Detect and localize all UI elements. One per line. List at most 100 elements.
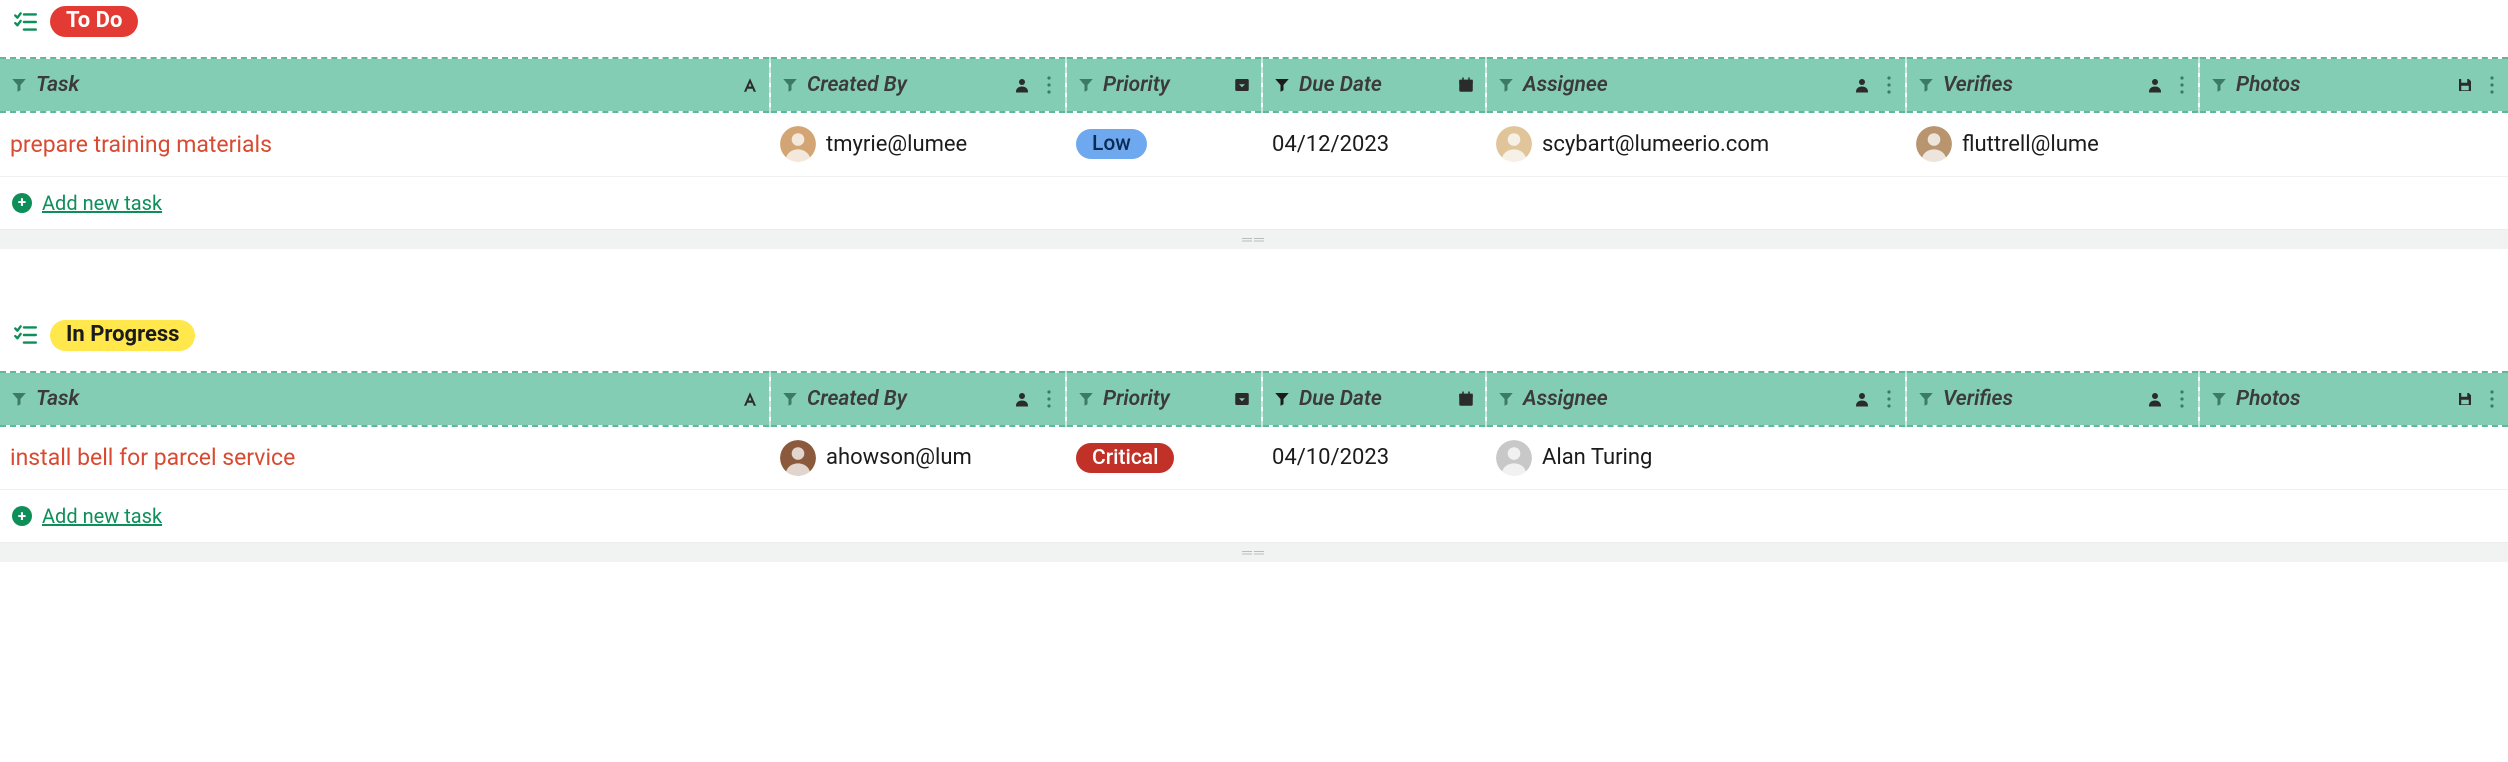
due-date-text: 04/10/2023 xyxy=(1272,445,1389,470)
section-resize-handle[interactable]: ══ xyxy=(0,229,2508,249)
col-menu-icon[interactable] xyxy=(1043,73,1055,97)
col-label: Priority xyxy=(1103,73,1170,97)
task-name: prepare training materials xyxy=(10,131,272,158)
avatar xyxy=(1916,126,1952,162)
cell-verifies[interactable]: fluttrell@lume xyxy=(1906,112,2199,176)
col-header-photos[interactable]: Photos xyxy=(2199,58,2508,112)
date-type-icon xyxy=(1457,390,1475,408)
col-label: Task xyxy=(36,73,79,97)
cell-verifies[interactable] xyxy=(1906,426,2199,490)
cell-due-date[interactable]: 04/10/2023 xyxy=(1262,426,1486,490)
tasks-table: Task Created By Priority Due Date xyxy=(0,371,2508,491)
col-header-verifies[interactable]: Verifies xyxy=(1906,58,2199,112)
col-header-due-date[interactable]: Due Date xyxy=(1262,372,1486,426)
filter-icon[interactable] xyxy=(1917,390,1935,408)
add-task-link[interactable]: Add new task xyxy=(42,191,162,215)
col-header-created-by[interactable]: Created By xyxy=(770,372,1066,426)
cell-task[interactable]: install bell for parcel service xyxy=(0,426,770,490)
cell-photos[interactable] xyxy=(2199,426,2508,490)
filter-icon[interactable] xyxy=(1077,76,1095,94)
priority-badge: Low xyxy=(1076,129,1147,159)
tasks-table: Task Created By Priority Due Date xyxy=(0,57,2508,177)
cell-assignee[interactable]: scybart@lumeerio.com xyxy=(1486,112,1906,176)
grip-icon: ══ xyxy=(1242,544,1266,561)
add-task-row[interactable]: + Add new task xyxy=(0,177,2508,229)
avatar xyxy=(1496,440,1532,476)
filter-icon[interactable] xyxy=(781,76,799,94)
priority-badge: Critical xyxy=(1076,443,1174,473)
col-header-priority[interactable]: Priority xyxy=(1066,372,1262,426)
cell-priority[interactable]: Critical xyxy=(1066,426,1262,490)
col-header-verifies[interactable]: Verifies xyxy=(1906,372,2199,426)
created-by-text: ahowson@lum xyxy=(826,445,972,470)
section-resize-handle[interactable]: ══ xyxy=(0,542,2508,562)
col-label: Photos xyxy=(2236,387,2301,411)
col-label: Due Date xyxy=(1299,387,1382,411)
col-menu-icon[interactable] xyxy=(1883,73,1895,97)
verifies-text: fluttrell@lume xyxy=(1962,132,2099,157)
filter-icon[interactable] xyxy=(2210,76,2228,94)
text-type-icon xyxy=(741,76,759,94)
task-name: install bell for parcel service xyxy=(10,444,295,471)
status-pill[interactable]: To Do xyxy=(50,6,138,37)
filter-icon[interactable] xyxy=(2210,390,2228,408)
avatar xyxy=(1496,126,1532,162)
col-menu-icon[interactable] xyxy=(2176,73,2188,97)
user-type-icon xyxy=(2146,76,2164,94)
user-type-icon xyxy=(1013,76,1031,94)
status-pill[interactable]: In Progress xyxy=(50,320,195,351)
file-type-icon xyxy=(2456,76,2474,94)
section-inprogress: In Progress Task Created By Priority xyxy=(0,314,2508,563)
col-label: Photos xyxy=(2236,73,2301,97)
col-header-assignee[interactable]: Assignee xyxy=(1486,372,1906,426)
cell-due-date[interactable]: 04/12/2023 xyxy=(1262,112,1486,176)
col-menu-icon[interactable] xyxy=(1043,387,1055,411)
user-type-icon xyxy=(1853,390,1871,408)
task-row[interactable]: prepare training materials tmyrie@lumee … xyxy=(0,112,2508,176)
select-type-icon xyxy=(1233,390,1251,408)
grip-icon: ══ xyxy=(1242,231,1266,248)
col-header-assignee[interactable]: Assignee xyxy=(1486,58,1906,112)
cell-photos[interactable] xyxy=(2199,112,2508,176)
filter-icon[interactable] xyxy=(1917,76,1935,94)
plus-icon[interactable]: + xyxy=(12,506,32,526)
checklist-icon[interactable] xyxy=(12,322,38,348)
col-menu-icon[interactable] xyxy=(2176,387,2188,411)
section-header: In Progress xyxy=(0,314,2508,371)
plus-icon[interactable]: + xyxy=(12,193,32,213)
filter-icon[interactable] xyxy=(10,76,28,94)
filter-icon[interactable] xyxy=(1077,390,1095,408)
col-header-photos[interactable]: Photos xyxy=(2199,372,2508,426)
col-menu-icon[interactable] xyxy=(2486,387,2498,411)
filter-icon[interactable] xyxy=(10,390,28,408)
col-menu-icon[interactable] xyxy=(1883,387,1895,411)
col-header-task[interactable]: Task xyxy=(0,372,770,426)
cell-priority[interactable]: Low xyxy=(1066,112,1262,176)
filter-icon[interactable] xyxy=(1273,76,1291,94)
avatar xyxy=(780,126,816,162)
col-label: Priority xyxy=(1103,387,1170,411)
table-header: Task Created By Priority Due Date xyxy=(0,372,2508,426)
add-task-row[interactable]: + Add new task xyxy=(0,490,2508,542)
filter-icon[interactable] xyxy=(1497,390,1515,408)
cell-task[interactable]: prepare training materials xyxy=(0,112,770,176)
col-header-priority[interactable]: Priority xyxy=(1066,58,1262,112)
filter-icon[interactable] xyxy=(781,390,799,408)
add-task-link[interactable]: Add new task xyxy=(42,504,162,528)
created-by-text: tmyrie@lumee xyxy=(826,132,967,157)
select-type-icon xyxy=(1233,76,1251,94)
checklist-icon[interactable] xyxy=(12,9,38,35)
task-row[interactable]: install bell for parcel service ahowson@… xyxy=(0,426,2508,490)
cell-created-by[interactable]: ahowson@lum xyxy=(770,426,1066,490)
assignee-text: scybart@lumeerio.com xyxy=(1542,132,1769,157)
filter-icon[interactable] xyxy=(1273,390,1291,408)
user-type-icon xyxy=(1013,390,1031,408)
cell-created-by[interactable]: tmyrie@lumee xyxy=(770,112,1066,176)
col-header-task[interactable]: Task xyxy=(0,58,770,112)
col-header-created-by[interactable]: Created By xyxy=(770,58,1066,112)
cell-assignee[interactable]: Alan Turing xyxy=(1486,426,1906,490)
filter-icon[interactable] xyxy=(1497,76,1515,94)
col-header-due-date[interactable]: Due Date xyxy=(1262,58,1486,112)
col-label: Assignee xyxy=(1523,387,1608,411)
col-menu-icon[interactable] xyxy=(2486,73,2498,97)
